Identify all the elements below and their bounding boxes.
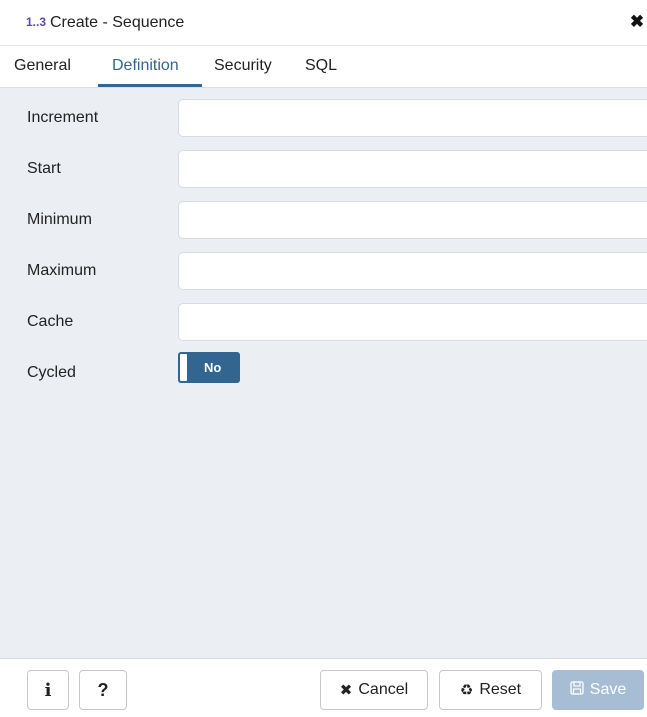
- form-body: Increment Start Minimum Maximum Cache Cy…: [0, 88, 647, 658]
- active-tab-indicator: [98, 84, 202, 87]
- close-icon[interactable]: ✖: [629, 13, 645, 31]
- create-sequence-dialog: 1..3 Create - Sequence ✖ General Definit…: [0, 0, 647, 717]
- cancel-label: Cancel: [358, 681, 409, 698]
- floppy-disk-icon: [570, 681, 584, 699]
- dialog-footer: i ? ✖ Cancel ♻ Reset Save: [0, 658, 647, 717]
- increment-input[interactable]: [178, 99, 647, 137]
- cycled-toggle[interactable]: No: [178, 352, 240, 383]
- sequence-icon: 1..3: [26, 15, 47, 29]
- recycle-icon: ♻: [459, 682, 474, 699]
- help-icon: ?: [97, 679, 109, 700]
- tab-general[interactable]: General: [14, 57, 71, 75]
- dialog-title: Create - Sequence: [50, 14, 185, 31]
- tab-security[interactable]: Security: [214, 57, 272, 75]
- cache-label: Cache: [27, 313, 74, 330]
- tab-definition[interactable]: Definition: [112, 57, 179, 75]
- cancel-button[interactable]: ✖ Cancel: [320, 670, 428, 710]
- toggle-state-text: No: [204, 360, 222, 375]
- help-button[interactable]: ?: [79, 670, 127, 710]
- cache-input[interactable]: [178, 303, 647, 341]
- tab-bar: General Definition Security SQL: [0, 46, 647, 88]
- save-label: Save: [589, 681, 627, 698]
- save-button[interactable]: Save: [552, 670, 644, 710]
- tab-sql[interactable]: SQL: [305, 57, 337, 75]
- info-icon: i: [44, 679, 52, 701]
- increment-label: Increment: [27, 109, 99, 126]
- reset-button[interactable]: ♻ Reset: [439, 670, 542, 710]
- minimum-input[interactable]: [178, 201, 647, 239]
- cancel-icon: ✖: [339, 682, 353, 699]
- maximum-input[interactable]: [178, 252, 647, 290]
- minimum-label: Minimum: [27, 211, 92, 228]
- dialog-titlebar[interactable]: 1..3 Create - Sequence ✖: [0, 0, 647, 46]
- start-input[interactable]: [178, 150, 647, 188]
- reset-label: Reset: [479, 681, 522, 698]
- maximum-label: Maximum: [27, 262, 97, 279]
- cycled-label: Cycled: [27, 364, 76, 381]
- start-label: Start: [27, 160, 61, 177]
- toggle-handle: [179, 353, 188, 382]
- info-button[interactable]: i: [27, 670, 69, 710]
